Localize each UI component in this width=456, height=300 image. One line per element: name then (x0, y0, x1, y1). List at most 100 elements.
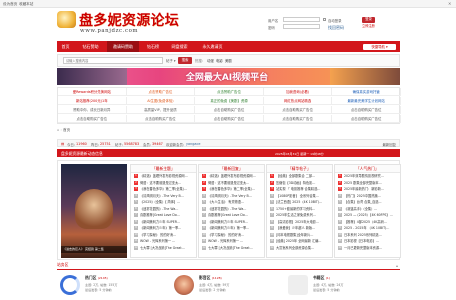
expand-icon[interactable]: ✕ (448, 1, 451, 6)
thread-title[interactable]: 《精选》盖理外发布影视资源网... (140, 174, 188, 178)
board-name[interactable]: 影音区 (1128) (199, 275, 222, 281)
search-button[interactable]: 搜索 (178, 57, 192, 64)
ad-link[interactable]: 点击自助购买广告位 (195, 106, 264, 114)
thread-title[interactable]: 七大罪 [大决战篇]The Great... (140, 246, 185, 250)
board-last-post[interactable]: 最后发表: 5 分钟前 (85, 287, 112, 292)
nav-item-disk-search[interactable]: 网盘搜索 (167, 41, 192, 52)
ad-link[interactable]: 高质量VIP、提升品质 (126, 106, 196, 114)
ad-link[interactable]: AI生图(免费体验) (126, 97, 196, 105)
username-input[interactable] (283, 17, 320, 22)
slider-caption[interactable]: 《进击的巨人》 完结篇 第二集 (61, 246, 127, 253)
thread-list-item[interactable]: 12 大富翁系列全部资源合集... (267, 245, 332, 252)
newest-member-link[interactable]: yangace (186, 142, 200, 146)
thread-list-item[interactable]: 1 《精选》盖理外发布影视资源网... (131, 173, 196, 180)
thread-title[interactable]: WOW - 光辉系列第一 ... (140, 239, 175, 243)
thread-title[interactable]: 《新闻美利力少年》第一季... (140, 226, 181, 230)
thread-title[interactable]: 【我爱我】少年超人 新版... (276, 226, 315, 230)
thread-title[interactable]: 《清风明月天》-The Very B... (140, 194, 184, 198)
thread-list-item[interactable]: 12 七大罪 [大决战篇]The Great... (199, 245, 264, 252)
thread-title[interactable]: 喜剧推荐[Great Love Do... (140, 213, 180, 217)
thread-list-item[interactable]: 3 《我在春色多华》第二季(全集)... (199, 186, 264, 193)
thread-title[interactable]: [冈本电视剧集]全年新片... (276, 233, 313, 237)
thread-list-item[interactable]: 12 七大罪 [大决战篇]The Great... (131, 245, 196, 252)
featured-slider[interactable]: 《进击的巨人》 完结篇 第二集 (61, 164, 127, 258)
thread-title[interactable]: 《我在春色多华》第二季(全集)... (208, 187, 255, 191)
thread-title[interactable]: 日本系列 2025系列精选... (344, 233, 382, 237)
thread-title[interactable]: 2025 剧集全部完整版本... (344, 181, 382, 185)
thread-title[interactable]: 2025 — (2025）【4K 60FPS】... (344, 213, 393, 217)
thread-title[interactable]: 《迷雾花园的》-The Wa... (140, 207, 178, 211)
thread-title[interactable]: 《精选》盖理外发布影视资源网... (208, 174, 256, 178)
thread-title[interactable]: 《新闻美利力少年》第一季... (208, 226, 249, 230)
thread-list-item[interactable]: 1 《精选》盖理外发布影视资源网... (199, 173, 264, 180)
thread-title[interactable]: 2025年双导剧情影视研究... (344, 174, 384, 178)
board-last-post[interactable]: 最后发表: 5 分钟前 (313, 287, 340, 292)
thread-title[interactable]: 【推荐】4部2025（4K高码... (344, 220, 387, 224)
ad-link[interactable]: 真正的免费【美剧】资源 (195, 97, 264, 105)
thread-title[interactable]: 压缩包【3D动画】特色影... (276, 181, 315, 185)
thread-title[interactable]: 1750+套最新的学习资料... (276, 207, 315, 211)
ad-link[interactable]: 点击赞助广告位 (195, 88, 264, 96)
thread-title[interactable]: 《清风明月天》-The Very B... (208, 194, 252, 198)
ad-link[interactable]: 最新最完美学生计划网站 (332, 97, 401, 105)
hot-term-link[interactable]: 电影 (216, 58, 223, 63)
hot-term-link[interactable]: 美剧 (225, 58, 232, 63)
thread-title[interactable]: 《2025》(全集)【 简体】... (140, 200, 180, 204)
board-hot[interactable]: 热门区 (2145) 主题: 2万, 帖数: 155万 最后发表: 5 分钟前 (57, 272, 171, 298)
account-type-label[interactable]: 用户名 (268, 18, 278, 23)
ad-link[interactable]: 确保真实游戏托管 (332, 88, 401, 96)
thread-list-item[interactable]: 3 《我在春色多华》第二季(全集)... (131, 186, 196, 193)
board-books[interactable]: 书籍区 (1) 主题: 4万, 帖数: 24万 最后发表: 5 分钟前 (285, 272, 399, 298)
ad-link[interactable]: 点击自助购买广告位 (332, 115, 401, 123)
latest-replies-link[interactable]: 最新回复 (382, 142, 396, 147)
ad-banner[interactable]: 全网最大AI视频平台 (57, 68, 400, 85)
quick-nav-button[interactable]: 快捷导航 ▾ (363, 43, 396, 50)
ad-link[interactable]: 点击自助购买广告位 (263, 106, 333, 114)
ad-link[interactable]: 点击赞助广告位 (126, 88, 196, 96)
ad-link[interactable]: 点击自助购买广告位 (58, 115, 127, 123)
thread-title[interactable]: 《大人生活》 有关物语... (208, 200, 244, 204)
thread-title[interactable]: 《迷雾花园的》-The Wa... (208, 207, 246, 211)
ad-link[interactable]: 点击自助购买广告位 (332, 106, 401, 114)
set-homepage-link[interactable]: 设为首页 (3, 2, 17, 7)
thread-title[interactable]: [法兰西语] 2025（4K 10BIT)... (276, 200, 322, 204)
category-title[interactable]: 站务区 (57, 262, 68, 267)
board-video[interactable]: 影音区 (1128) 主题: 4万, 帖数: 59万 最后发表: 2 分钟前 (171, 272, 285, 298)
ad-link[interactable]: 赞助中你，成长日新月异 (58, 106, 127, 114)
board-last-post[interactable]: 最后发表: 2 分钟前 (199, 287, 226, 292)
hot-term-link[interactable]: 动漫 (207, 58, 214, 63)
ad-link[interactable]: 点击自助购买广告位 (126, 115, 196, 123)
search-input[interactable] (63, 57, 163, 64)
find-password-link[interactable]: 找回密码 (328, 25, 344, 31)
thread-title[interactable]: 《学习探秘》 的的好消... (140, 233, 176, 237)
thread-title[interactable]: [经典] 2025年 全网最新 汇编... (276, 239, 321, 243)
thread-title[interactable]: 倚语：这不要谁退是过亚太... (208, 181, 249, 185)
thread-title[interactable]: 【经典】全部剧集合 二部... (276, 174, 315, 178)
nav-item-diamond-sponsor[interactable]: 钻石赞助 (77, 41, 104, 52)
thread-title[interactable]: 【高清影视】2025年大电影... (276, 220, 319, 224)
thread-title[interactable]: 【合集】台湾 合集_自选... (344, 200, 382, 204)
login-button[interactable]: 登录 (362, 17, 375, 23)
thread-title[interactable]: 《学习探秘》 的的好消... (208, 233, 244, 237)
collapse-icon[interactable]: ▴ (396, 263, 398, 268)
nav-item-home[interactable]: 首页 (57, 41, 74, 52)
breadcrumb-item-home[interactable]: 首页 (63, 128, 70, 132)
ad-link[interactable]: 点击自助购买广告位 (263, 115, 333, 123)
thread-title[interactable]: 【1080P影音】 全系列合集... (276, 194, 319, 198)
thread-title[interactable]: 日本影视【日本电影】... (344, 239, 379, 243)
ad-link[interactable]: 网红热点网站精选 (263, 97, 333, 105)
ad-link[interactable]: 点击自助购买广告位 (195, 115, 264, 123)
register-link[interactable]: 立即注册 (362, 24, 378, 30)
thread-title[interactable]: 《新闻美利力少年 SUPER... (140, 220, 180, 224)
thread-title[interactable]: 《新闻美利力少年 SUPER... (208, 220, 248, 224)
board-name[interactable]: 热门区 (2145) (85, 275, 108, 281)
password-input[interactable] (283, 24, 320, 29)
thread-title[interactable]: 喜剧推荐[Great Love Do... (208, 213, 248, 217)
thread-title[interactable]: 2025年生活之家免费系列... (276, 213, 316, 217)
remember-checkbox[interactable] (323, 17, 326, 21)
thread-title[interactable]: 倚语：这不要谁退是过亚太... (140, 181, 181, 185)
ad-link[interactable]: 爱Rewards积分兑换网站 (58, 88, 127, 96)
bookmark-link[interactable]: 收藏本站 (19, 2, 33, 7)
thread-title[interactable]: 一月已更新完整版本资源... (344, 246, 382, 250)
nav-item-invite-page[interactable]: 永久邀请页 (196, 41, 229, 52)
